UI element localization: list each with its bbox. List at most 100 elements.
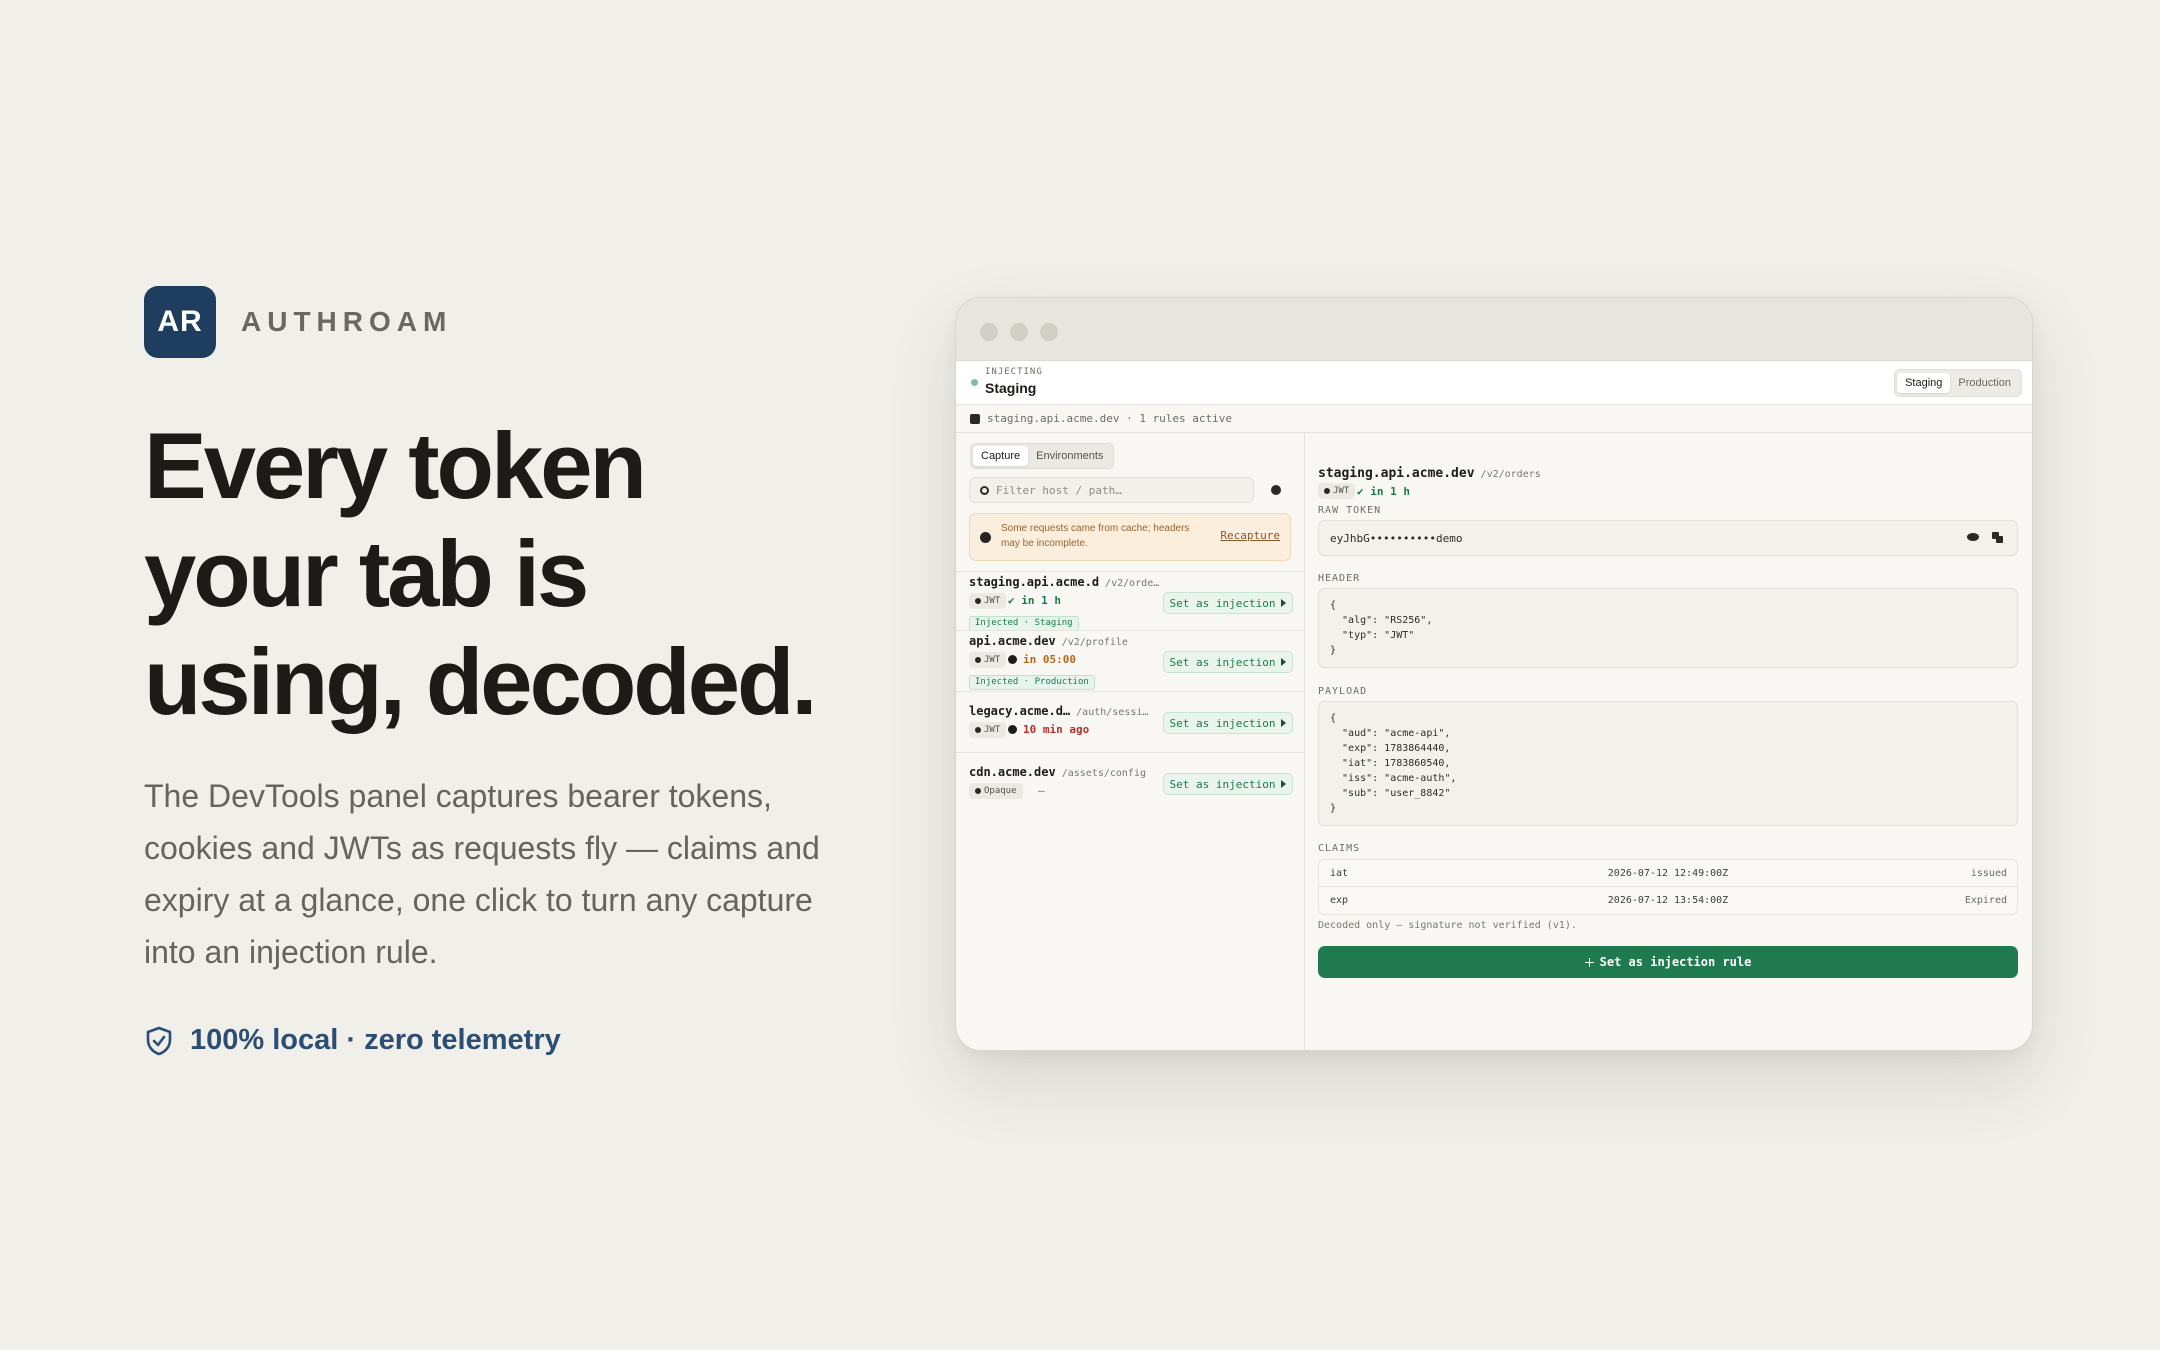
detail-host: staging.api.acme.dev/v2/orders [1318, 466, 1541, 481]
detail-path: /v2/orders [1480, 469, 1541, 480]
token-detail-pane: staging.api.acme.dev/v2/orders JWT ✔ in … [1305, 433, 2032, 1050]
headline-line: Every token [144, 413, 647, 518]
host-bar: staging.api.acme.dev · 1 rules active [956, 405, 2032, 433]
set-injection-label: Set as injection [1169, 777, 1276, 791]
caret-right-icon [1281, 599, 1287, 607]
capture-row[interactable]: legacy.acme.d… /auth/sessi… JWT 10 min ag… [956, 691, 1304, 752]
window-minimize-dot[interactable] [1010, 323, 1028, 341]
capture-host-text: legacy.acme.d… [969, 704, 1071, 718]
search-box [969, 477, 1254, 503]
token-type-label: JWT [1333, 486, 1350, 496]
header-label: HEADER [1318, 573, 1361, 584]
caret-right-icon [1281, 658, 1287, 666]
claims-label: CLAIMS [1318, 843, 1361, 854]
env-option-production[interactable]: Production [1950, 373, 2019, 393]
detail-host-text: staging.api.acme.dev [1318, 466, 1475, 481]
environment-bar: INJECTING Staging Staging Production [956, 361, 2032, 405]
shield-check-icon [146, 1026, 172, 1055]
expiry-status: 10 min ago [1008, 723, 1089, 736]
brand-name: AUTHROAM [241, 306, 453, 337]
set-injection-button[interactable]: Set as injection [1163, 651, 1293, 673]
record-icon[interactable] [1271, 485, 1281, 495]
headline-line: your tab is [144, 521, 589, 626]
key-icon [975, 727, 981, 733]
token-type-badge: Opaque [969, 783, 1023, 799]
caret-right-icon [1281, 719, 1287, 727]
claim-row: exp 2026-07-12 13:54:00Z Expired [1318, 887, 2018, 915]
key-icon [975, 598, 981, 604]
key-icon [975, 657, 981, 663]
capture-host: staging.api.acme.d/v2/orde… [969, 575, 1159, 589]
raw-token-label: RAW TOKEN [1318, 505, 1382, 516]
cache-warning: Some requests came from cache; headers m… [969, 513, 1291, 561]
detail-expiry: ✔ in 1 h [1357, 485, 1410, 498]
claim-status: Expired [1964, 895, 2007, 906]
brand: AR AUTHROAM [144, 286, 452, 358]
eye-icon[interactable] [1967, 533, 1979, 541]
window-titlebar [956, 298, 2032, 361]
set-injection-button[interactable]: Set as injection [1163, 712, 1293, 734]
capture-row[interactable]: api.acme.dev/v2/profile JWT in 05:00 Inj… [956, 630, 1304, 691]
capture-path: /v2/profile [1061, 637, 1128, 648]
set-injection-label: Set as injection [1169, 655, 1276, 669]
capture-path: /v2/orde… [1105, 578, 1160, 589]
server-icon [970, 414, 980, 424]
token-type-label: JWT [984, 596, 1001, 606]
capture-host: legacy.acme.d… /auth/sessi… [969, 704, 1148, 718]
clock-icon [1008, 655, 1017, 664]
privacy-note: 100% local · zero telemetry [144, 1024, 561, 1057]
env-status-dot [971, 379, 978, 386]
env-option-staging[interactable]: Staging [1897, 373, 1951, 393]
search-icon [980, 486, 989, 495]
capture-host: cdn.acme.dev/assets/config [969, 765, 1146, 779]
set-injection-rule-label: Set as injection rule [1599, 955, 1752, 969]
warning-text: Some requests came from cache; headers m… [1001, 523, 1190, 549]
capture-host-text: api.acme.dev [969, 634, 1056, 648]
capture-list-pane: Some requests came from cache; headers m… [956, 433, 1305, 1050]
token-type-badge: JWT [969, 652, 1007, 668]
expiry-status: – [1038, 784, 1045, 797]
raw-token-value[interactable]: eyJhbG••••••••••demo [1330, 532, 1462, 545]
window-zoom-dot[interactable] [1040, 323, 1058, 341]
hero-subtitle: The DevTools panel captures bearer token… [144, 778, 820, 970]
token-type-badge: JWT [969, 593, 1007, 609]
capture-host-text: staging.api.acme.d [969, 575, 1100, 589]
set-injection-button[interactable]: Set as injection [1163, 773, 1293, 795]
expiry-status: in 05:00 [1008, 653, 1076, 666]
host-bar-text: staging.api.acme.dev · 1 rules active [987, 412, 1233, 425]
verification-note: Decoded only — signature not verified (v… [1318, 920, 1577, 931]
claim-row: iat 2026-07-12 12:49:00Z issued [1318, 859, 2018, 887]
set-injection-label: Set as injection [1169, 716, 1276, 730]
header-json: { "alg": "RS256", "typ": "JWT" } [1330, 600, 1433, 656]
expiry-status-text: 10 min ago [1023, 723, 1090, 736]
claim-value: 2026-07-12 13:54:00Z [1607, 895, 1729, 906]
token-type-label: JWT [984, 725, 1001, 735]
claim-value: 2026-07-12 12:49:00Z [1607, 868, 1729, 879]
copy-icon[interactable] [1992, 532, 2003, 543]
raw-token-box: eyJhbG••••••••••demo [1318, 520, 2018, 556]
capture-path: /auth/sessi… [1076, 707, 1149, 718]
hero-headline: Every token your tab is using, decoded. [144, 412, 864, 736]
set-injection-rule-button[interactable]: Set as injection rule [1318, 946, 2018, 978]
recapture-link[interactable]: Recapture [1220, 529, 1280, 542]
injected-badge: Injected · Staging [969, 616, 1079, 631]
token-type-badge: JWT [1318, 483, 1356, 499]
app-window: INJECTING Staging Staging Production sta… [955, 297, 2033, 1051]
payload-label: PAYLOAD [1318, 686, 1368, 697]
payload-box: { "aud": "acme-api", "exp": 1783864440, … [1318, 701, 2018, 826]
brand-logo: AR [144, 286, 216, 358]
env-name: Staging [985, 380, 1037, 396]
expiry-status-text: in 05:00 [1023, 653, 1076, 666]
privacy-label: 100% local · zero telemetry [190, 1024, 561, 1056]
set-injection-button[interactable]: Set as injection [1163, 592, 1293, 614]
expired-icon [1008, 725, 1017, 734]
window-close-dot[interactable] [980, 323, 998, 341]
token-type-badge: JWT [969, 722, 1007, 738]
token-type-label: Opaque [984, 786, 1017, 796]
capture-row[interactable]: staging.api.acme.d/v2/orde… JWT ✔ in 1 h… [956, 571, 1304, 631]
warning-icon [980, 532, 991, 543]
claim-status: issued [1970, 868, 2007, 879]
search-input[interactable] [996, 482, 1246, 498]
token-type-label: JWT [984, 655, 1001, 665]
capture-row[interactable]: cdn.acme.dev/assets/config Opaque – Set … [956, 752, 1304, 813]
